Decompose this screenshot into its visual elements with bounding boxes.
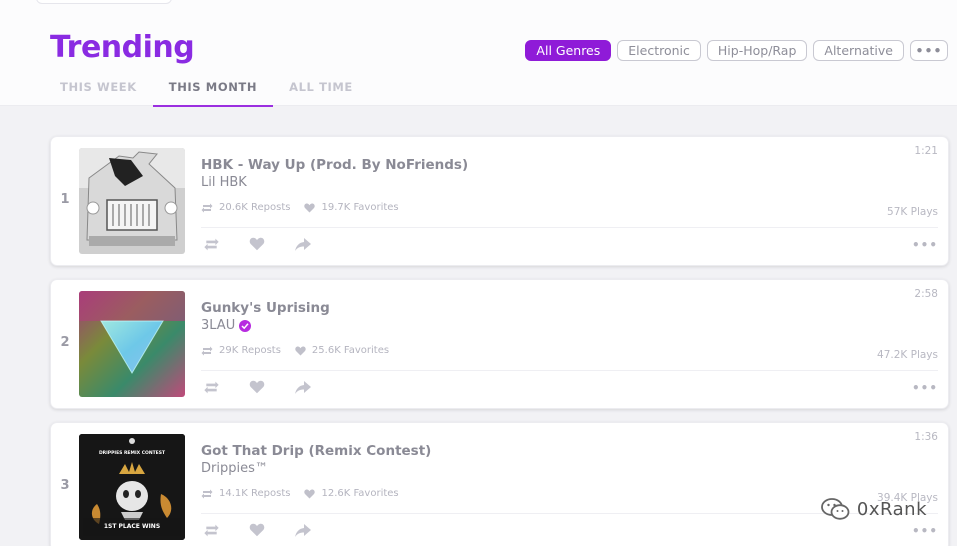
heart-icon xyxy=(249,380,265,394)
repost-icon xyxy=(203,381,219,393)
track-info: Got That Drip (Remix Contest) Drippies™ … xyxy=(201,443,431,499)
track-stats: 29K Reposts 25.6K Favorites xyxy=(201,345,389,356)
track-rank: 2 xyxy=(60,335,70,350)
share-icon xyxy=(295,523,311,537)
track-more-button[interactable]: ••• xyxy=(912,238,938,252)
repost-count[interactable]: 14.1K Reposts xyxy=(201,488,290,499)
favorite-count[interactable]: 12.6K Favorites xyxy=(304,488,399,499)
favorite-count[interactable]: 19.7K Favorites xyxy=(304,202,399,213)
track-duration: 1:21 xyxy=(914,145,938,157)
genre-more-button[interactable]: ••• xyxy=(910,40,948,61)
artist-name[interactable]: Lil HBK xyxy=(201,175,247,190)
track-stats: 14.1K Reposts 12.6K Favorites xyxy=(201,488,431,499)
favorite-button[interactable] xyxy=(247,522,267,538)
repost-icon xyxy=(201,346,213,355)
repost-button[interactable] xyxy=(201,522,221,538)
share-button[interactable] xyxy=(293,522,313,538)
favorite-button[interactable] xyxy=(247,379,267,395)
repost-count[interactable]: 29K Reposts xyxy=(201,345,281,356)
track-stats: 20.6K Reposts 19.7K Favorites xyxy=(201,202,468,213)
track-duration: 2:58 xyxy=(914,288,938,300)
track-duration: 1:36 xyxy=(914,431,938,443)
track-artwork[interactable] xyxy=(79,291,185,397)
watermark-text: 0xRank xyxy=(856,498,927,520)
art-banner-text: 1ST PLACE WINS xyxy=(104,523,160,530)
track-artwork[interactable]: 1ST PLACE WINS DRIPPIES REMIX CONTEST xyxy=(79,434,185,540)
track-divider xyxy=(201,227,938,228)
top-panel-stub xyxy=(36,0,172,4)
track-title[interactable]: HBK - Way Up (Prod. By NoFriends) xyxy=(201,157,468,173)
repost-button[interactable] xyxy=(201,379,221,395)
heart-icon xyxy=(249,237,265,251)
track-artist[interactable]: Lil HBK xyxy=(201,175,468,190)
repost-icon xyxy=(203,524,219,536)
track-artwork[interactable] xyxy=(79,148,185,254)
share-button[interactable] xyxy=(293,379,313,395)
verified-check-icon xyxy=(239,319,252,332)
track-info: HBK - Way Up (Prod. By NoFriends) Lil HB… xyxy=(201,157,468,213)
track-more-button[interactable]: ••• xyxy=(912,524,938,538)
track-row[interactable]: 3 1ST PLACE WINS DRIPPIES REMIX CONTEST … xyxy=(50,422,949,546)
tab-all-time[interactable]: ALL TIME xyxy=(273,80,369,107)
track-row[interactable]: 1 HBK - Way Up (Prod. By NoFriends) Lil … xyxy=(50,136,949,266)
share-button[interactable] xyxy=(293,236,313,252)
genre-electronic[interactable]: Electronic xyxy=(617,40,701,61)
tab-this-week[interactable]: THIS WEEK xyxy=(44,80,153,107)
repost-icon xyxy=(203,238,219,250)
share-icon xyxy=(295,237,311,251)
track-actions xyxy=(201,236,313,252)
track-rank: 1 xyxy=(60,192,70,207)
heart-icon xyxy=(249,523,265,537)
share-icon xyxy=(295,380,311,394)
repost-count[interactable]: 20.6K Reposts xyxy=(201,202,290,213)
artist-name[interactable]: 3LAU xyxy=(201,318,235,333)
tab-this-month[interactable]: THIS MONTH xyxy=(152,80,274,107)
heart-icon xyxy=(304,489,316,498)
repost-icon xyxy=(201,489,213,498)
genre-alternative[interactable]: Alternative xyxy=(813,40,904,61)
favorite-count[interactable]: 25.6K Favorites xyxy=(295,345,389,356)
artist-name[interactable]: Drippies™ xyxy=(201,461,268,476)
watermark: 0xRank xyxy=(821,497,927,521)
track-info: Gunky's Uprising 3LAU 29K Reposts 25.6K … xyxy=(201,300,389,356)
page-title: Trending xyxy=(50,30,195,65)
track-title[interactable]: Gunky's Uprising xyxy=(201,300,389,316)
time-range-tabs: THIS WEEK THIS MONTH ALL TIME xyxy=(44,80,369,107)
wechat-icon xyxy=(821,498,850,520)
genre-hip-hop-rap[interactable]: Hip-Hop/Rap xyxy=(706,40,808,61)
art-header-text: DRIPPIES REMIX CONTEST xyxy=(99,450,166,456)
track-divider xyxy=(201,370,938,371)
genre-all-genres[interactable]: All Genres xyxy=(525,40,612,61)
trending-header: Trending All Genres Electronic Hip-Hop/R… xyxy=(0,0,957,107)
favorite-button[interactable] xyxy=(247,236,267,252)
heart-icon xyxy=(295,346,306,355)
repost-button[interactable] xyxy=(201,236,221,252)
track-artist[interactable]: Drippies™ xyxy=(201,461,431,476)
repost-icon xyxy=(201,203,213,212)
track-actions xyxy=(201,379,313,395)
genre-filter-bar: All Genres Electronic Hip-Hop/Rap Altern… xyxy=(525,40,948,61)
heart-icon xyxy=(304,203,316,212)
track-actions xyxy=(201,522,313,538)
track-title[interactable]: Got That Drip (Remix Contest) xyxy=(201,443,431,459)
track-plays: 47.2K Plays xyxy=(877,349,938,361)
track-artist[interactable]: 3LAU xyxy=(201,318,389,333)
track-rank: 3 xyxy=(60,478,70,493)
track-more-button[interactable]: ••• xyxy=(912,381,938,395)
track-plays: 57K Plays xyxy=(887,206,938,218)
track-row[interactable]: 2 Gunky's Uprising 3LAU 29K Reposts 25.6… xyxy=(50,279,949,409)
